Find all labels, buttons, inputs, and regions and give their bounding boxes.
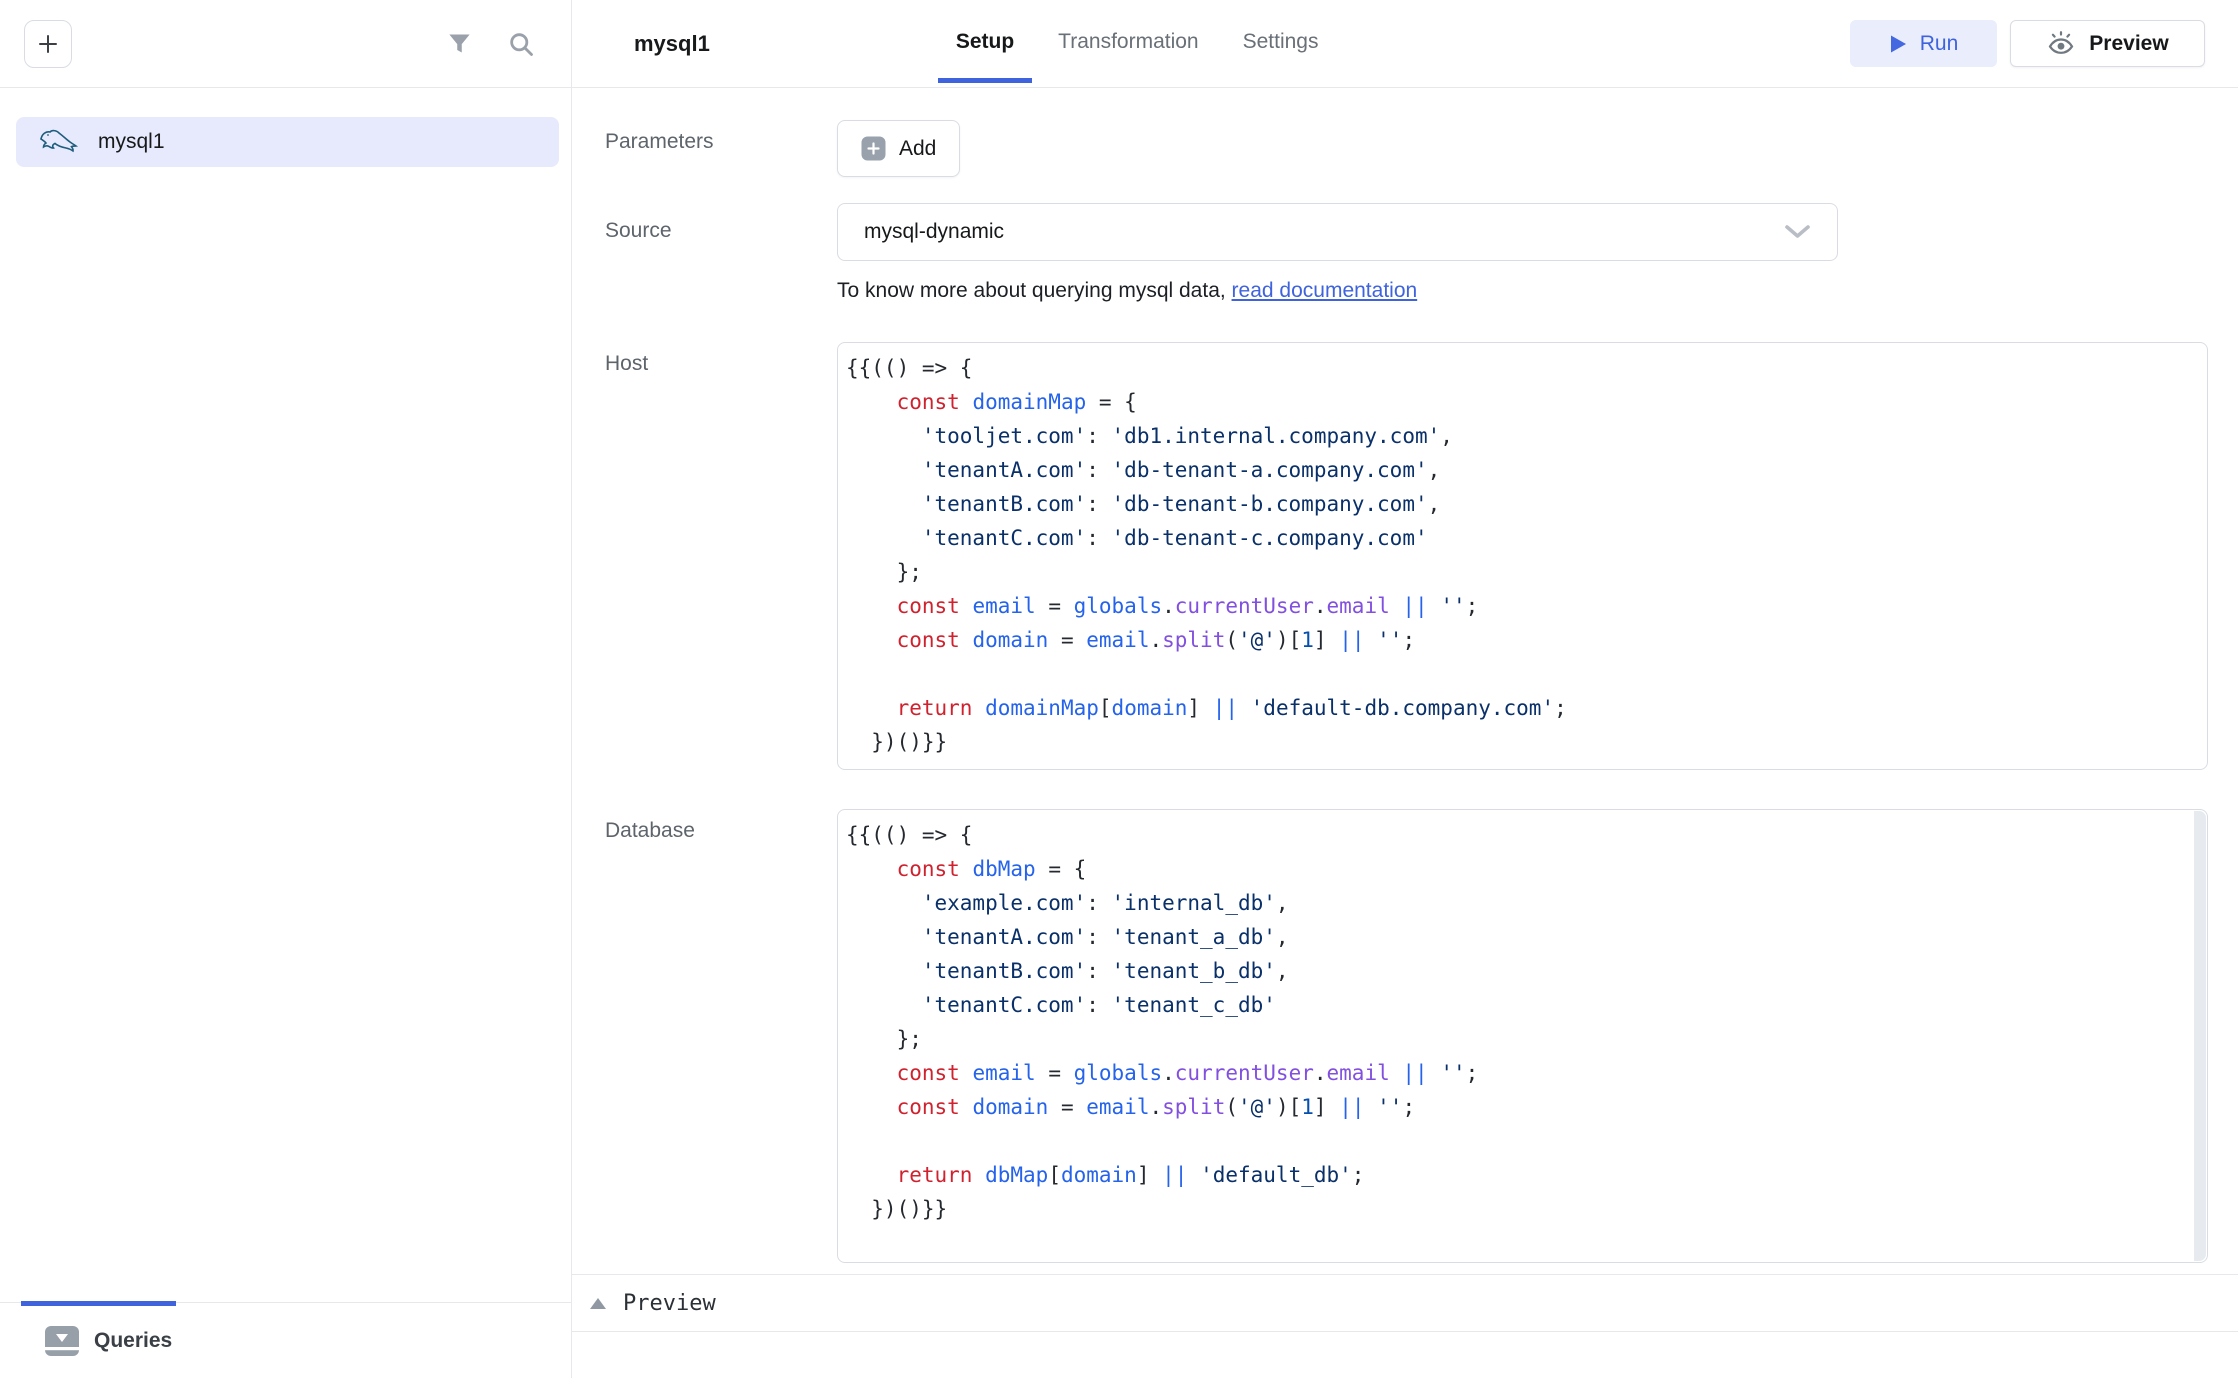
code-line [846,657,2193,691]
code-line: return dbMap[domain] || 'default_db'; [846,1158,2181,1192]
code-line: 'tenantB.com': 'tenant_b_db', [846,954,2181,988]
query-list: mysql1 [0,88,571,167]
code-line: const email = globals.currentUser.email … [846,1056,2181,1090]
preview-section-label: Preview [623,1291,716,1316]
tab-transformation[interactable]: Transformation [1040,0,1216,83]
sidebar-toolbar-icons [446,30,535,58]
sidebar-toolbar [0,0,571,88]
add-parameter-button[interactable]: Add [837,120,960,177]
code-line: 'tenantC.com': 'db-tenant-c.company.com' [846,521,2193,555]
host-code-editor[interactable]: {{(() => { const domainMap = { 'tooljet.… [837,342,2208,770]
database-label: Database [605,819,695,842]
code-line: const dbMap = { [846,852,2181,886]
code-line: })()}} [846,725,2193,759]
add-query-button[interactable] [24,20,72,68]
code-line: 'tenantA.com': 'db-tenant-a.company.com'… [846,453,2193,487]
queries-panel-icon [44,1325,80,1357]
run-button-label: Run [1920,32,1959,56]
source-select-value: mysql-dynamic [864,220,1004,244]
preview-eye-icon [2046,31,2076,57]
code-line: })()}} [846,1192,2181,1226]
preview-button-label: Preview [2089,32,2168,56]
database-row: Database {{(() => { const dbMap = { 'exa… [605,809,2208,1263]
plus-square-icon [861,136,886,161]
documentation-hint-text: To know more about querying mysql data, [837,279,1232,302]
code-line [846,1124,2181,1158]
host-row: Host {{(() => { const domainMap = { 'too… [605,342,2208,770]
editor-tabs: Setup Transformation Settings [938,0,1345,83]
active-panel-indicator [21,1301,176,1306]
parameters-row: Parameters Add [605,120,2208,177]
chevron-down-icon [1784,224,1811,240]
query-title: mysql1 [634,31,710,57]
plus-icon [36,32,60,56]
code-line: 'tenantA.com': 'tenant_a_db', [846,920,2181,954]
query-editor-header: mysql1 Setup Transformation Settings Run [572,0,2238,88]
play-icon [1889,34,1908,54]
add-parameter-label: Add [899,137,936,161]
source-label: Source [605,219,672,242]
parameters-label: Parameters [605,130,714,153]
editor-scrollbar[interactable] [2194,811,2206,1261]
code-line: {{(() => { [846,351,2193,385]
preview-section-toggle[interactable]: Preview [572,1274,2238,1332]
code-line: 'tenantC.com': 'tenant_c_db' [846,988,2181,1022]
code-line: const domainMap = { [846,385,2193,419]
code-line: {{(() => { [846,818,2181,852]
code-line: }; [846,555,2193,589]
documentation-hint: To know more about querying mysql data, … [837,279,2208,303]
search-icon[interactable] [507,30,535,58]
code-line: 'tooljet.com': 'db1.internal.company.com… [846,419,2193,453]
query-list-sidebar: mysql1 Queries [0,0,572,1378]
host-label: Host [605,352,648,375]
collapse-up-icon [590,1298,606,1309]
read-documentation-link[interactable]: read documentation [1232,279,1418,302]
preview-button[interactable]: Preview [2010,20,2205,67]
query-item-label: mysql1 [98,130,165,154]
source-select[interactable]: mysql-dynamic [837,203,1838,261]
code-line: const domain = email.split('@')[1] || ''… [846,1090,2181,1124]
code-line: const domain = email.split('@')[1] || ''… [846,623,2193,657]
setup-tab-content: Parameters Add Source mysql-dynamic [572,88,2238,1378]
run-button[interactable]: Run [1850,20,1997,67]
header-actions: Run Preview [1850,20,2205,67]
queries-panel-tab[interactable]: Queries [0,1302,571,1378]
mysql-dolphin-icon [38,127,80,157]
database-code-editor[interactable]: {{(() => { const dbMap = { 'example.com'… [837,809,2208,1263]
code-line: }; [846,1022,2181,1056]
queries-panel-label: Queries [94,1329,172,1353]
code-line: 'example.com': 'internal_db', [846,886,2181,920]
tab-settings[interactable]: Settings [1225,0,1337,83]
code-line: 'tenantB.com': 'db-tenant-b.company.com'… [846,487,2193,521]
query-list-item-mysql1[interactable]: mysql1 [16,117,559,167]
source-row: Source mysql-dynamic To know more about … [605,203,2208,303]
tab-setup[interactable]: Setup [938,0,1032,83]
query-editor-panel: mysql1 Setup Transformation Settings Run [572,0,2238,1378]
filter-icon[interactable] [446,30,473,57]
code-line: const email = globals.currentUser.email … [846,589,2193,623]
code-line: return domainMap[domain] || 'default-db.… [846,691,2193,725]
